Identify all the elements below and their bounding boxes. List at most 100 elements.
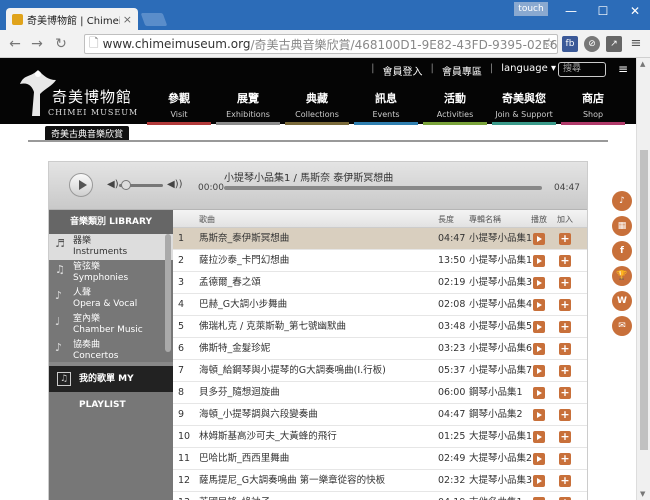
member-area-link[interactable]: 會員專區 [442, 63, 482, 78]
new-tab-button[interactable] [140, 13, 168, 26]
section-divider [28, 140, 608, 142]
address-bar[interactable]: 🗋 www.chimeimuseum.org /奇美古典音樂欣賞/468100D… [84, 34, 558, 54]
track-row[interactable]: 4 巴赫_G大調小步舞曲 02:08 小提琴小品集4 + [173, 294, 587, 316]
back-button[interactable]: ← [6, 35, 24, 53]
header-play: 播放 [531, 215, 547, 224]
progress-bar[interactable] [224, 186, 542, 190]
play-button[interactable] [69, 173, 93, 197]
facebook-extension-icon[interactable]: fb [562, 36, 578, 52]
calendar-icon[interactable]: ▦ [612, 216, 632, 236]
scroll-down-icon[interactable]: ▼ [640, 490, 645, 498]
nav-activities[interactable]: 活動 Activities [421, 90, 489, 125]
track-play-icon[interactable] [533, 387, 545, 399]
track-play-icon[interactable] [533, 277, 545, 289]
track-add-icon[interactable]: + [559, 409, 571, 421]
nav-shop[interactable]: 商店 Shop [559, 90, 627, 125]
track-play-icon[interactable] [533, 321, 545, 333]
library-scrollbar[interactable] [165, 234, 171, 352]
track-title: 海頓_給鋼琴與小提琴的G大調奏鳴曲(I.行板) [199, 365, 386, 376]
nav-join-support[interactable]: 奇美與您 Join & Support [490, 90, 558, 125]
scroll-thumb[interactable] [640, 150, 648, 450]
museum-logo[interactable]: 奇美博物館 CHIMEI MUSEUM [18, 64, 148, 120]
track-play-icon[interactable] [533, 255, 545, 267]
track-add-icon[interactable]: + [559, 321, 571, 333]
track-row[interactable]: 1 馬斯奈_泰伊斯冥想曲 04:47 小提琴小品集1 + [173, 228, 587, 250]
track-row[interactable]: 2 薩拉沙泰_卡門幻想曲 13:50 小提琴小品集1 + [173, 250, 587, 272]
track-number: 12 [178, 475, 191, 486]
track-play-icon[interactable] [533, 365, 545, 377]
library-item[interactable]: ♬ 器樂 Instruments [49, 234, 173, 260]
bookmark-star-icon[interactable]: ☆ [540, 35, 558, 53]
track-add-icon[interactable]: + [559, 343, 571, 355]
track-row[interactable]: 3 孟德爾_春之頌 02:19 小提琴小品集3 + [173, 272, 587, 294]
language-dropdown[interactable]: language ▾ [501, 63, 556, 78]
trophy-icon[interactable]: 🏆 [612, 266, 632, 286]
track-add-icon[interactable]: + [559, 233, 571, 245]
track-row[interactable]: 9 海頓_小提琴調與六段變奏曲 04:47 鋼琴小品集2 + [173, 404, 587, 426]
browser-tab[interactable]: 奇美博物館 | Chimei Musi × [6, 8, 138, 30]
library-item-zh: 管弦樂 [73, 262, 101, 272]
minimize-button[interactable]: — [556, 0, 586, 22]
track-play-icon[interactable] [533, 409, 545, 421]
site-menu-icon[interactable]: ≡ [618, 62, 628, 76]
library-item[interactable]: ♩ 室內樂 Chamber Music [49, 312, 173, 338]
track-add-icon[interactable]: + [559, 299, 571, 311]
track-row[interactable]: 6 佛斯特_金髮珍妮 03:23 小提琴小品集6 + [173, 338, 587, 360]
header-title: 歌曲 [199, 215, 215, 224]
header-album: 專輯名稱 [469, 215, 501, 224]
track-add-icon[interactable]: + [559, 277, 571, 289]
volume-low-icon[interactable]: ◀) [107, 179, 119, 190]
library-item[interactable]: ♪ 協奏曲 Concertos [49, 338, 173, 364]
w-brand-icon[interactable]: W [612, 291, 632, 311]
share-extension-icon[interactable]: ↗ [606, 36, 622, 52]
track-row[interactable]: 7 海頓_給鋼琴與小提琴的G大調奏鳴曲(I.行板) 05:37 小提琴小品集7 + [173, 360, 587, 382]
track-play-icon[interactable] [533, 475, 545, 487]
library-item[interactable]: ♪ 人聲 Opera & Vocal [49, 286, 173, 312]
facebook-icon[interactable]: f [612, 241, 632, 261]
track-number: 4 [178, 299, 185, 310]
nav-events[interactable]: 訊息 Events [352, 90, 420, 125]
forward-button[interactable]: → [28, 35, 46, 53]
nav-collections[interactable]: 典藏 Collections [283, 90, 351, 125]
track-play-icon[interactable] [533, 431, 545, 443]
nav-exhibitions[interactable]: 展覽 Exhibitions [214, 90, 282, 125]
volume-knob[interactable] [121, 180, 131, 190]
track-row[interactable]: 8 貝多芬_隨想迴旋曲 06:00 鋼琴小品集1 + [173, 382, 587, 404]
section-tab[interactable]: 奇美古典音樂欣賞 [45, 126, 130, 140]
track-play-icon[interactable] [533, 453, 545, 465]
track-add-icon[interactable]: + [559, 475, 571, 487]
tab-close-icon[interactable]: × [123, 13, 132, 26]
mail-icon[interactable]: ✉ [612, 316, 632, 336]
track-add-icon[interactable]: + [559, 255, 571, 267]
track-row[interactable]: 13英國民謠_綠袖子04:19吉他名曲集1+ [173, 492, 587, 500]
nav-visit[interactable]: 參觀 Visit [145, 90, 213, 125]
volume-high-icon[interactable]: ◀)) [167, 179, 183, 190]
browser-menu-icon[interactable]: ≡ [628, 36, 644, 52]
track-play-icon[interactable] [533, 343, 545, 355]
site-search-input[interactable]: 搜尋 [558, 62, 606, 77]
music-note-icon[interactable]: ♪ [612, 191, 632, 211]
music-player: ◀) ◀)) 小提琴小品集1 / 馬斯奈 泰伊斯冥想曲 00:00 04:47 … [48, 161, 588, 500]
close-window-button[interactable]: ✕ [620, 0, 650, 22]
track-add-icon[interactable]: + [559, 387, 571, 399]
page-scrollbar[interactable]: ▲ ▼ [636, 58, 650, 500]
track-play-icon[interactable] [533, 299, 545, 311]
member-login-link[interactable]: 會員登入 [382, 63, 422, 78]
scroll-up-icon[interactable]: ▲ [640, 60, 645, 68]
my-playlist-button[interactable]: ♫ 我的歌單 MY PLAYLIST [49, 366, 173, 410]
track-row[interactable]: 11 巴哈比斯_西西里舞曲 02:49 大提琴小品集2 + [173, 448, 587, 470]
block-extension-icon[interactable]: ⊘ [584, 36, 600, 52]
track-row[interactable]: 12 薩馬提尼_G大調奏鳴曲 第一樂章從容的快板 02:32 大提琴小品集3 + [173, 470, 587, 492]
library-item[interactable]: ♫ 管弦樂 Symphonies [49, 260, 173, 286]
reload-button[interactable]: ↻ [52, 35, 70, 53]
category-music-icon: ♩ [55, 315, 61, 328]
category-music-icon: ♫ [55, 263, 65, 276]
track-row[interactable]: 5 佛瑞札克 / 克萊斯勒_第七號幽默曲 03:48 小提琴小品集5 + [173, 316, 587, 338]
track-row[interactable]: 10 林姆斯基高沙可夫_大黃蜂的飛行 01:25 大提琴小品集1 + [173, 426, 587, 448]
track-length: 03:48 [438, 321, 466, 332]
track-play-icon[interactable] [533, 233, 545, 245]
track-add-icon[interactable]: + [559, 365, 571, 377]
track-add-icon[interactable]: + [559, 453, 571, 465]
maximize-button[interactable]: ☐ [588, 0, 618, 22]
track-add-icon[interactable]: + [559, 431, 571, 443]
